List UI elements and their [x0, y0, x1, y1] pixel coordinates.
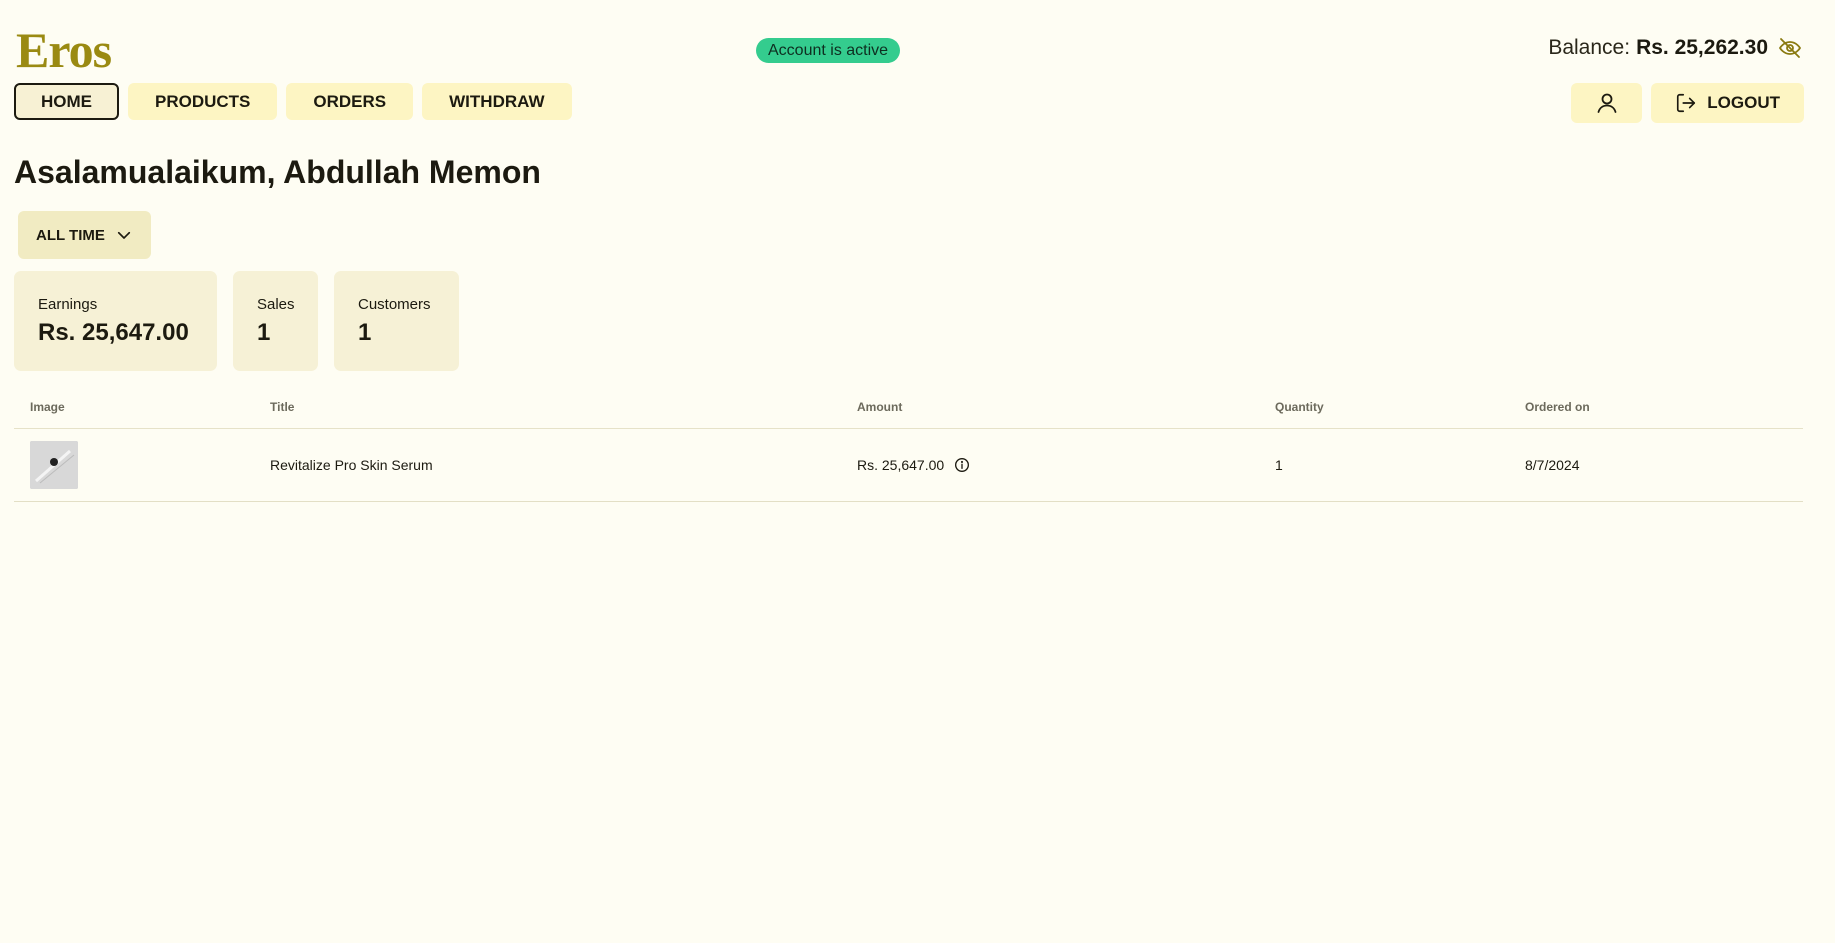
column-header-ordered-on: Ordered on [1525, 400, 1590, 414]
earnings-card: Earnings Rs. 25,647.00 [14, 271, 217, 371]
customers-label: Customers [358, 296, 431, 313]
table-row[interactable]: Revitalize Pro Skin Serum Rs. 25,647.00 … [14, 429, 1803, 502]
logout-label: LOGOUT [1707, 93, 1780, 112]
nav-home-button[interactable]: HOME [14, 83, 119, 120]
amount-cell: Rs. 25,647.00 [857, 429, 970, 501]
product-image-cell [30, 429, 78, 501]
eye-off-icon[interactable] [1778, 36, 1802, 60]
sales-card: Sales 1 [233, 271, 318, 371]
balance-display: Balance: Rs. 25,262.30 [1548, 36, 1802, 60]
table-header: Image Title Amount Quantity Ordered on [14, 390, 1803, 429]
customers-card: Customers 1 [334, 271, 459, 371]
order-amount: Rs. 25,647.00 [857, 457, 945, 473]
nav-products-button[interactable]: PRODUCTS [128, 83, 278, 120]
page-greeting: Asalamualaikum, Abdullah Memon [14, 154, 541, 190]
logout-icon [1675, 92, 1697, 114]
column-header-amount: Amount [857, 400, 903, 414]
logout-button[interactable]: LOGOUT [1651, 83, 1804, 123]
orders-table: Image Title Amount Quantity Ordered on R… [14, 390, 1803, 502]
user-icon [1595, 91, 1619, 115]
account-actions: LOGOUT [1571, 83, 1804, 123]
column-header-title: Title [270, 400, 295, 414]
dashboard-page: Eros Account is active Balance: Rs. 25,2… [0, 0, 1835, 943]
order-quantity: 1 [1275, 457, 1283, 473]
sales-label: Sales [257, 296, 295, 313]
time-range-label: ALL TIME [36, 226, 105, 244]
main-nav: HOME PRODUCTS ORDERS WITHDRAW [14, 83, 572, 120]
product-title: Revitalize Pro Skin Serum [270, 457, 433, 473]
info-icon[interactable] [954, 457, 970, 473]
order-date: 8/7/2024 [1525, 457, 1580, 473]
product-thumbnail[interactable] [30, 441, 78, 489]
profile-button[interactable] [1571, 83, 1643, 123]
account-status-badge: Account is active [756, 38, 901, 63]
column-header-quantity: Quantity [1275, 400, 1324, 414]
nav-orders-button[interactable]: ORDERS [286, 83, 414, 120]
sales-value: 1 [257, 319, 271, 346]
customers-value: 1 [358, 319, 372, 346]
earnings-label: Earnings [38, 296, 98, 313]
time-range-dropdown[interactable]: ALL TIME [18, 211, 151, 259]
column-header-image: Image [30, 400, 65, 414]
balance-label: Balance: [1548, 36, 1631, 59]
chevron-down-icon [115, 226, 133, 244]
balance-value: Rs. 25,262.30 [1636, 36, 1768, 59]
earnings-value: Rs. 25,647.00 [38, 319, 189, 346]
brand-logo[interactable]: Eros [16, 20, 112, 80]
nav-withdraw-button[interactable]: WITHDRAW [422, 83, 572, 120]
